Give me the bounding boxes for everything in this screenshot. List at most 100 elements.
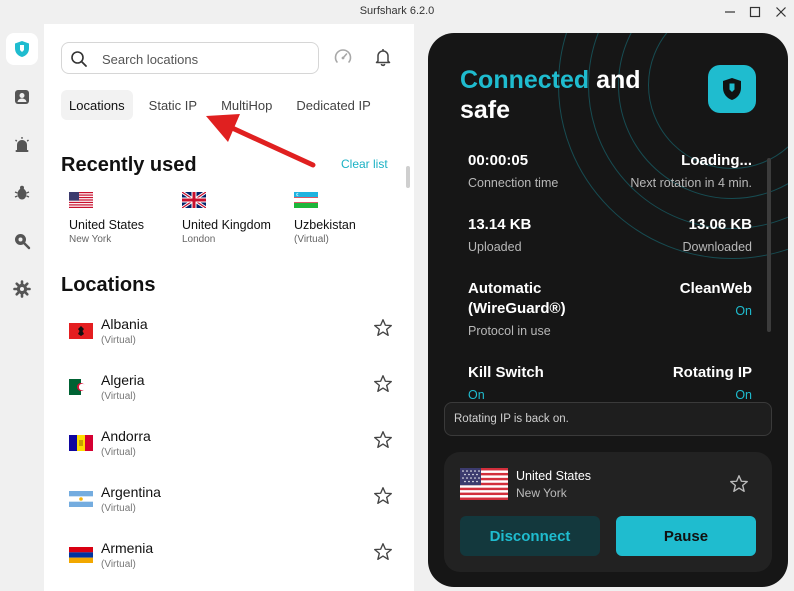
flag-armenia-icon	[69, 547, 93, 563]
favorite-star-icon[interactable]	[372, 429, 394, 451]
rail-settings[interactable]	[6, 273, 38, 305]
recent-item-uz[interactable]: Uzbekistan (Virtual)	[294, 192, 404, 245]
location-row-algeria[interactable]: Algeria (Virtual)	[61, 370, 401, 410]
rail-search[interactable]	[6, 225, 38, 257]
speedometer-icon	[334, 49, 352, 63]
rail-antivirus[interactable]	[6, 177, 38, 209]
cleanweb-state: On	[735, 304, 752, 318]
location-sub: (Virtual)	[101, 391, 136, 402]
recent-item-city: London	[182, 234, 216, 245]
recently-used-title: Recently used	[61, 154, 197, 176]
location-tabs: Locations Static IP MultiHop Dedicated I…	[61, 90, 379, 120]
speed-test-button[interactable]	[332, 46, 354, 68]
protocol-value-line-1: Automatic	[468, 280, 542, 297]
locations-panel: Locations Static IP MultiHop Dedicated I…	[44, 24, 414, 591]
protocol-label: Protocol in use	[468, 324, 551, 338]
location-row-argentina[interactable]: Argentina (Virtual)	[61, 482, 401, 522]
recent-item-uk[interactable]: United Kingdom London	[182, 192, 292, 245]
location-row-andorra[interactable]: Andorra (Virtual)	[61, 426, 401, 466]
cleanweb-label[interactable]: CleanWeb	[680, 279, 752, 299]
card-scrollbar[interactable]	[767, 158, 771, 332]
favorite-star-icon[interactable]	[728, 473, 750, 495]
maximize-button[interactable]	[745, 2, 765, 22]
location-sub: (Virtual)	[101, 559, 136, 570]
shield-badge	[708, 65, 756, 113]
favorite-star-icon[interactable]	[372, 541, 394, 563]
connection-card: Connected and safe 00:00:05 Connection t…	[428, 33, 788, 587]
connection-time-value: 00:00:05	[468, 152, 529, 169]
locations-title: Locations	[61, 274, 156, 296]
flag-andorra-icon	[69, 435, 93, 451]
status-accent: Connected	[460, 66, 590, 94]
flag-us-icon	[69, 192, 93, 208]
tab-static-ip[interactable]: Static IP	[141, 90, 205, 120]
location-sub: (Virtual)	[101, 335, 136, 346]
recent-item-city: New York	[69, 234, 112, 245]
current-location-panel: United States New York Disconnect Pause	[444, 452, 772, 572]
pause-button[interactable]: Pause	[616, 516, 756, 556]
downloaded-label: Downloaded	[682, 240, 753, 254]
close-button[interactable]	[771, 2, 791, 22]
flag-uk-icon	[182, 192, 206, 208]
location-name: Armenia	[101, 540, 154, 556]
rail-alert[interactable]	[6, 129, 38, 161]
gear-icon	[13, 280, 31, 298]
favorite-star-icon[interactable]	[372, 373, 394, 395]
bug-icon	[14, 185, 30, 200]
search-input[interactable]	[102, 49, 312, 69]
flag-us-icon	[460, 468, 508, 500]
shield-icon	[723, 78, 741, 100]
current-location-city: New York	[516, 486, 567, 500]
search-shield-icon	[15, 234, 31, 250]
user-icon	[15, 90, 29, 104]
recent-item-name: Uzbekistan	[294, 218, 356, 232]
shield-icon	[15, 41, 29, 57]
toast-message: Rotating IP is back on.	[454, 413, 569, 425]
close-icon	[776, 7, 786, 17]
minimize-button[interactable]	[720, 2, 740, 22]
connection-time-label: Connection time	[468, 176, 559, 190]
search-box	[61, 42, 319, 74]
connection-status: Connected and safe	[460, 65, 690, 125]
maximize-icon	[749, 6, 761, 18]
bell-icon	[375, 49, 391, 67]
kill-switch-label[interactable]: Kill Switch	[468, 363, 544, 383]
location-row-albania[interactable]: Albania (Virtual)	[61, 314, 401, 354]
notifications-button[interactable]	[372, 46, 394, 68]
favorite-star-icon[interactable]	[372, 485, 394, 507]
disconnect-button[interactable]: Disconnect	[460, 516, 600, 556]
rail-vpn[interactable]	[6, 33, 38, 65]
location-name: Argentina	[101, 484, 161, 500]
tab-locations[interactable]: Locations	[61, 90, 133, 120]
flag-albania-icon	[69, 323, 93, 339]
recent-item-name: United States	[69, 218, 145, 232]
list-scrollbar[interactable]	[406, 166, 410, 188]
nav-rail	[0, 24, 44, 591]
tab-multihop[interactable]: MultiHop	[213, 90, 280, 120]
location-sub: (Virtual)	[101, 447, 136, 458]
tab-dedicated-ip[interactable]: Dedicated IP	[288, 90, 378, 120]
notification-toast: Rotating IP is back on.	[444, 402, 772, 436]
clear-list-button[interactable]: Clear list	[341, 157, 388, 171]
title-bar: Surfshark 6.2.0	[0, 0, 794, 24]
recent-item-city: (Virtual)	[294, 234, 329, 245]
rotation-status-value: Loading...	[681, 152, 752, 169]
flag-uz-icon	[294, 192, 318, 208]
alarm-icon	[15, 137, 29, 152]
rotating-ip-state: On	[735, 388, 752, 402]
rotation-status-label: Next rotation in 4 min.	[630, 176, 752, 190]
rail-account[interactable]	[6, 81, 38, 113]
window-title: Surfshark 6.2.0	[359, 5, 435, 17]
uploaded-label: Uploaded	[468, 240, 522, 254]
location-name: Algeria	[101, 372, 145, 388]
location-row-armenia[interactable]: Armenia (Virtual)	[61, 538, 401, 578]
search-icon	[71, 51, 87, 67]
rotating-ip-label[interactable]: Rotating IP	[673, 363, 752, 383]
downloaded-value: 13.06 KB	[688, 216, 752, 233]
favorite-star-icon[interactable]	[372, 317, 394, 339]
recent-item-us[interactable]: United States New York	[69, 192, 179, 245]
flag-algeria-icon	[69, 379, 93, 395]
uploaded-value: 13.14 KB	[468, 216, 532, 233]
location-sub: (Virtual)	[101, 503, 136, 514]
kill-switch-state: On	[468, 388, 485, 402]
